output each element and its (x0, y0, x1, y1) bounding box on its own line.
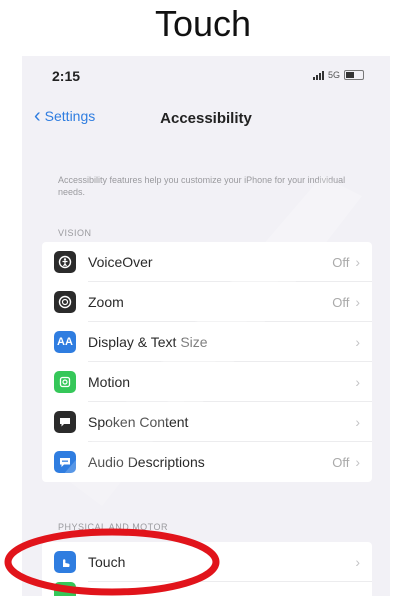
intro-text: Accessibility features help you customiz… (58, 175, 346, 197)
chevron-right-icon: › (355, 374, 360, 390)
chevron-right-icon: › (355, 254, 360, 270)
status-bar: 2:15 5G (22, 56, 390, 96)
chevron-right-icon: › (355, 294, 360, 310)
list-item-label: Touch (88, 554, 126, 570)
chevron-right-icon: › (355, 454, 360, 470)
chevron-right-icon: › (355, 334, 360, 350)
list-item-label: Spoken Content (88, 414, 189, 430)
motion-icon (54, 371, 76, 393)
audio-descriptions-icon (54, 451, 76, 473)
list-item-voiceover[interactable]: VoiceOver Off › (42, 242, 372, 282)
battery-icon (344, 70, 364, 80)
list-item-value: Off (332, 454, 350, 470)
list-item-label: Motion (88, 374, 131, 390)
list-item-touch[interactable]: Touch › (42, 542, 372, 582)
phone-screen: 2:15 5G ‹ Settings Accessibility Accessi… (22, 56, 390, 596)
network-label: 5G (327, 70, 340, 80)
list-item-value: Off (332, 294, 350, 310)
display-text-size-icon: AA (54, 331, 76, 353)
section-header-vision: VISION (58, 228, 92, 238)
physical-motor-list: Touch › (42, 542, 372, 596)
section-header-physical-motor: PHYSICAL AND MOTOR (58, 522, 169, 532)
list-item-label: Zoom (88, 294, 124, 310)
vision-list: VoiceOver Off › Zoom Off › AA Display & … (42, 242, 372, 482)
list-item-display-text-size[interactable]: AA Display & Text Size › (42, 322, 372, 362)
list-item-label: Display & Text Size (88, 334, 208, 350)
spoken-content-icon (54, 411, 76, 433)
chevron-right-icon: › (355, 554, 360, 570)
partial-green-icon (54, 582, 76, 596)
list-item-label: Audio Descriptions (88, 454, 205, 470)
voiceover-icon (54, 251, 76, 273)
page-title: Accessibility (160, 110, 252, 127)
list-item-value: Off (332, 254, 350, 270)
list-item-zoom[interactable]: Zoom Off › (42, 282, 372, 322)
list-item-spoken-content[interactable]: Spoken Content › (42, 402, 372, 442)
navigation-bar: ‹ Settings Accessibility (22, 100, 390, 136)
status-icons: 5G (312, 70, 364, 80)
chevron-right-icon: › (355, 414, 360, 430)
caption-title: Touch (154, 3, 252, 44)
list-item-label: VoiceOver (88, 254, 153, 270)
list-item-audio-descriptions[interactable]: Audio Descriptions Off › (42, 442, 372, 482)
touch-icon (54, 551, 76, 573)
status-time: 2:15 (52, 68, 81, 84)
list-item-partial[interactable] (42, 582, 372, 596)
signal-icon (312, 70, 324, 80)
list-item-motion[interactable]: Motion › (42, 362, 372, 402)
zoom-icon (54, 291, 76, 313)
